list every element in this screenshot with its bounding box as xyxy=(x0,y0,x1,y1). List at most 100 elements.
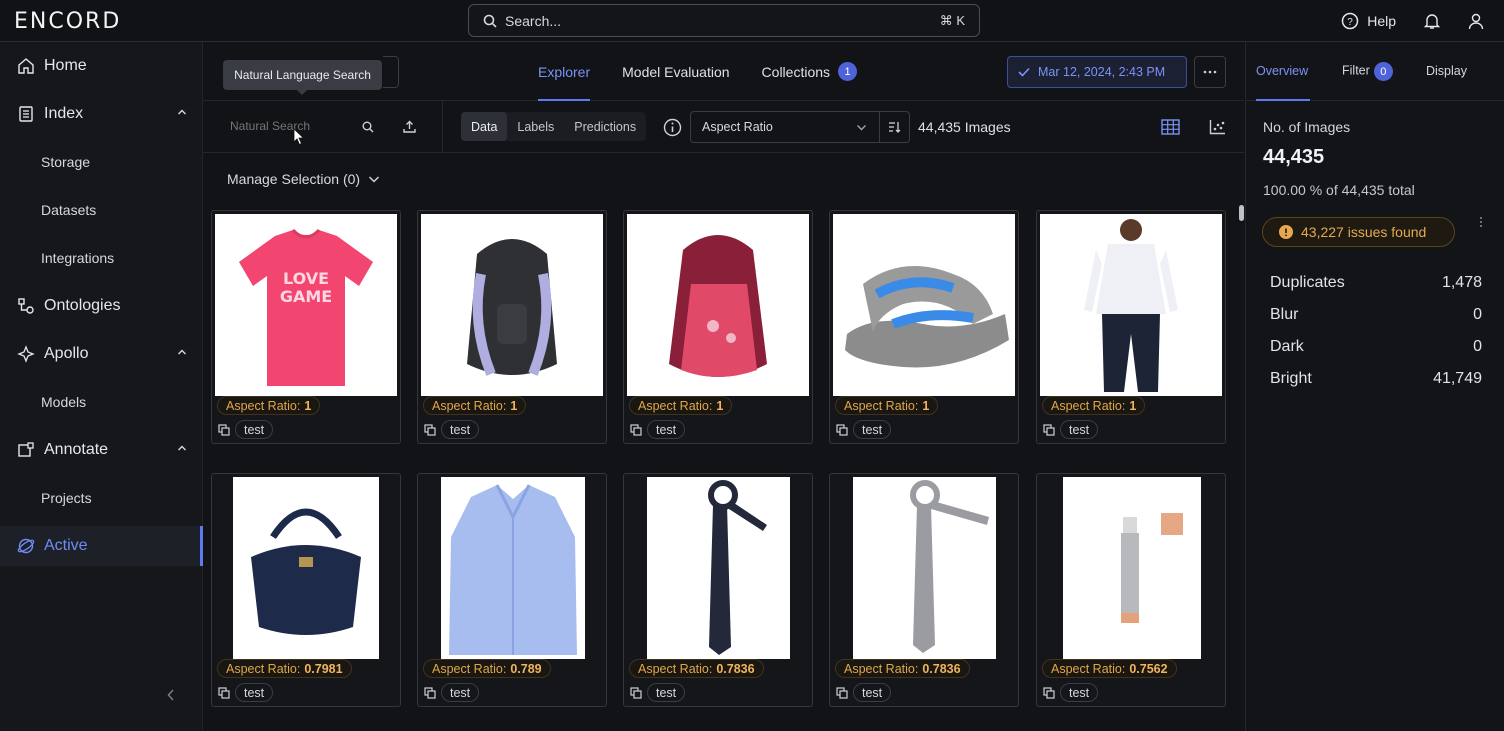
dataset-tag[interactable]: test xyxy=(853,420,892,439)
image-card[interactable]: Aspect Ratio: 0.7836 test xyxy=(829,473,1019,707)
image-card[interactable]: Aspect Ratio: 0.789 test xyxy=(417,473,607,707)
bell-icon[interactable] xyxy=(1424,12,1440,30)
grid-view-icon[interactable] xyxy=(1161,119,1180,135)
chevron-up-icon[interactable] xyxy=(177,347,187,357)
dataset-tag[interactable]: test xyxy=(853,683,892,702)
aspect-ratio-value: 1 xyxy=(922,398,930,413)
tab-explorer[interactable]: Explorer xyxy=(538,42,591,101)
tab-overview[interactable]: Overview xyxy=(1256,64,1308,78)
apollo-icon xyxy=(16,344,36,364)
sidebar-item-annotate[interactable]: Annotate xyxy=(0,430,203,470)
sidebar-item-index[interactable]: Index xyxy=(0,94,203,134)
kebab-menu-icon[interactable] xyxy=(1479,216,1483,228)
search-icon[interactable] xyxy=(362,121,374,133)
dataset-tag[interactable]: test xyxy=(1060,420,1099,439)
cursor-icon xyxy=(293,128,305,146)
image-count-label: No. of Images xyxy=(1263,119,1351,135)
sidebar-item-apollo[interactable]: Apollo xyxy=(0,334,203,374)
image-card[interactable]: Aspect Ratio: 1 test xyxy=(623,210,813,444)
red-backpack-thumbnail xyxy=(627,214,809,396)
aspect-ratio-badge: Aspect Ratio: 1 xyxy=(629,396,733,415)
home-icon xyxy=(16,56,36,76)
image-card[interactable]: Aspect Ratio: 1 test xyxy=(417,210,607,444)
backpack-thumbnail xyxy=(421,214,603,396)
dataset-tag[interactable]: test xyxy=(441,420,480,439)
metric-duplicates[interactable]: Duplicates 1,478 xyxy=(1270,274,1482,292)
dataset-tag[interactable]: test xyxy=(235,683,274,702)
dataset-icon xyxy=(424,686,436,699)
search-label: Search... xyxy=(505,12,562,29)
chevron-up-icon[interactable] xyxy=(177,443,187,453)
image-card[interactable]: LOVE GAME Aspect Ratio: 1 test xyxy=(211,210,401,444)
help-button[interactable]: ? Help xyxy=(1341,12,1396,30)
help-label: Help xyxy=(1367,13,1396,29)
tab-model-evaluation[interactable]: Model Evaluation xyxy=(622,42,729,101)
image-card[interactable]: Aspect Ratio: 0.7836 test xyxy=(623,473,813,707)
tab-collections[interactable]: Collections 1 xyxy=(762,42,858,101)
image-card[interactable]: Aspect Ratio: 1 test xyxy=(1036,210,1226,444)
aspect-ratio-badge: Aspect Ratio: 1 xyxy=(217,396,321,415)
segment-labels[interactable]: Labels xyxy=(507,112,564,141)
sidebar-item-projects[interactable]: Projects xyxy=(0,478,203,518)
main-area: Natural Language Search Explorer Model E… xyxy=(203,42,1244,731)
user-icon[interactable] xyxy=(1468,12,1484,30)
global-search[interactable]: Search... ⌘ K xyxy=(468,4,980,37)
manage-selection-dropdown[interactable]: Manage Selection (0) xyxy=(227,171,380,187)
chevron-down-icon xyxy=(857,125,866,131)
image-card[interactable]: Aspect Ratio: 0.7562 test xyxy=(1036,473,1226,707)
aspect-ratio-label: Aspect Ratio: xyxy=(432,398,507,413)
upload-icon[interactable] xyxy=(403,120,416,133)
metric-name: Blur xyxy=(1270,306,1299,323)
sidebar: Home Index Storage Datasets Integrations… xyxy=(0,42,203,731)
more-options-button[interactable] xyxy=(1194,56,1226,88)
sidebar-item-home[interactable]: Home xyxy=(0,46,203,86)
scatter-view-icon[interactable] xyxy=(1209,119,1226,135)
dataset-tag[interactable]: test xyxy=(1060,683,1099,702)
sidebar-item-active[interactable]: Active xyxy=(0,526,203,566)
sidebar-item-ontologies[interactable]: Ontologies xyxy=(0,286,203,326)
sort-order-button[interactable] xyxy=(879,111,910,143)
metric-bright[interactable]: Bright 41,749 xyxy=(1270,370,1482,388)
dataset-tag[interactable]: test xyxy=(235,420,274,439)
aspect-ratio-badge: Aspect Ratio: 0.7562 xyxy=(1042,659,1177,678)
annotate-icon xyxy=(16,440,36,460)
explorer-toolbar: Data Labels Predictions Aspect Ratio 44,… xyxy=(203,101,1244,153)
natural-language-search-tooltip: Natural Language Search xyxy=(223,60,382,95)
image-card[interactable]: Aspect Ratio: 1 test xyxy=(829,210,1019,444)
image-count-value: 44,435 xyxy=(1263,146,1325,168)
dataset-tag[interactable]: test xyxy=(647,420,686,439)
date-snapshot-button[interactable]: Mar 12, 2024, 2:43 PM xyxy=(1007,56,1187,88)
collapse-sidebar-icon[interactable] xyxy=(166,688,176,702)
segment-predictions[interactable]: Predictions xyxy=(564,112,646,141)
metric-value: 0 xyxy=(1473,306,1482,323)
dataset-tag[interactable]: test xyxy=(647,683,686,702)
sidebar-item-storage[interactable]: Storage xyxy=(0,142,203,182)
aspect-ratio-label: Aspect Ratio: xyxy=(844,398,919,413)
svg-text:GAME: GAME xyxy=(280,287,332,306)
image-card[interactable]: Aspect Ratio: 0.7981 test xyxy=(211,473,401,707)
sidebar-item-integrations[interactable]: Integrations xyxy=(0,238,203,278)
info-icon[interactable] xyxy=(663,118,682,137)
natural-search-input[interactable] xyxy=(230,119,340,133)
svg-text:LOVE: LOVE xyxy=(283,269,329,288)
encord-logo[interactable]: ENCORD xyxy=(14,9,121,34)
sidebar-item-label: Index xyxy=(44,105,84,122)
segment-data[interactable]: Data xyxy=(461,112,508,141)
panel-tabs: Overview Filter 0 Display xyxy=(1246,42,1504,101)
aspect-ratio-value: 0.7981 xyxy=(304,661,343,676)
metric-dark[interactable]: Dark 0 xyxy=(1270,338,1482,356)
sort-field-select[interactable]: Aspect Ratio xyxy=(690,111,880,143)
aspect-ratio-label: Aspect Ratio: xyxy=(1051,661,1126,676)
scrollbar-thumb[interactable] xyxy=(1239,205,1244,221)
metric-blur[interactable]: Blur 0 xyxy=(1270,306,1482,324)
sidebar-item-models[interactable]: Models xyxy=(0,382,203,422)
date-label: Mar 12, 2024, 2:43 PM xyxy=(1038,65,1166,79)
issues-found-badge[interactable]: 43,227 issues found xyxy=(1262,217,1455,247)
manage-selection-label: Manage Selection (0) xyxy=(227,171,361,187)
sidebar-item-datasets[interactable]: Datasets xyxy=(0,190,203,230)
tab-filter[interactable]: Filter 0 xyxy=(1342,62,1393,81)
chevron-up-icon[interactable] xyxy=(177,107,187,117)
dataset-tag[interactable]: test xyxy=(441,683,480,702)
hidden-toggle-button[interactable] xyxy=(383,56,399,88)
tab-display[interactable]: Display xyxy=(1426,64,1467,78)
